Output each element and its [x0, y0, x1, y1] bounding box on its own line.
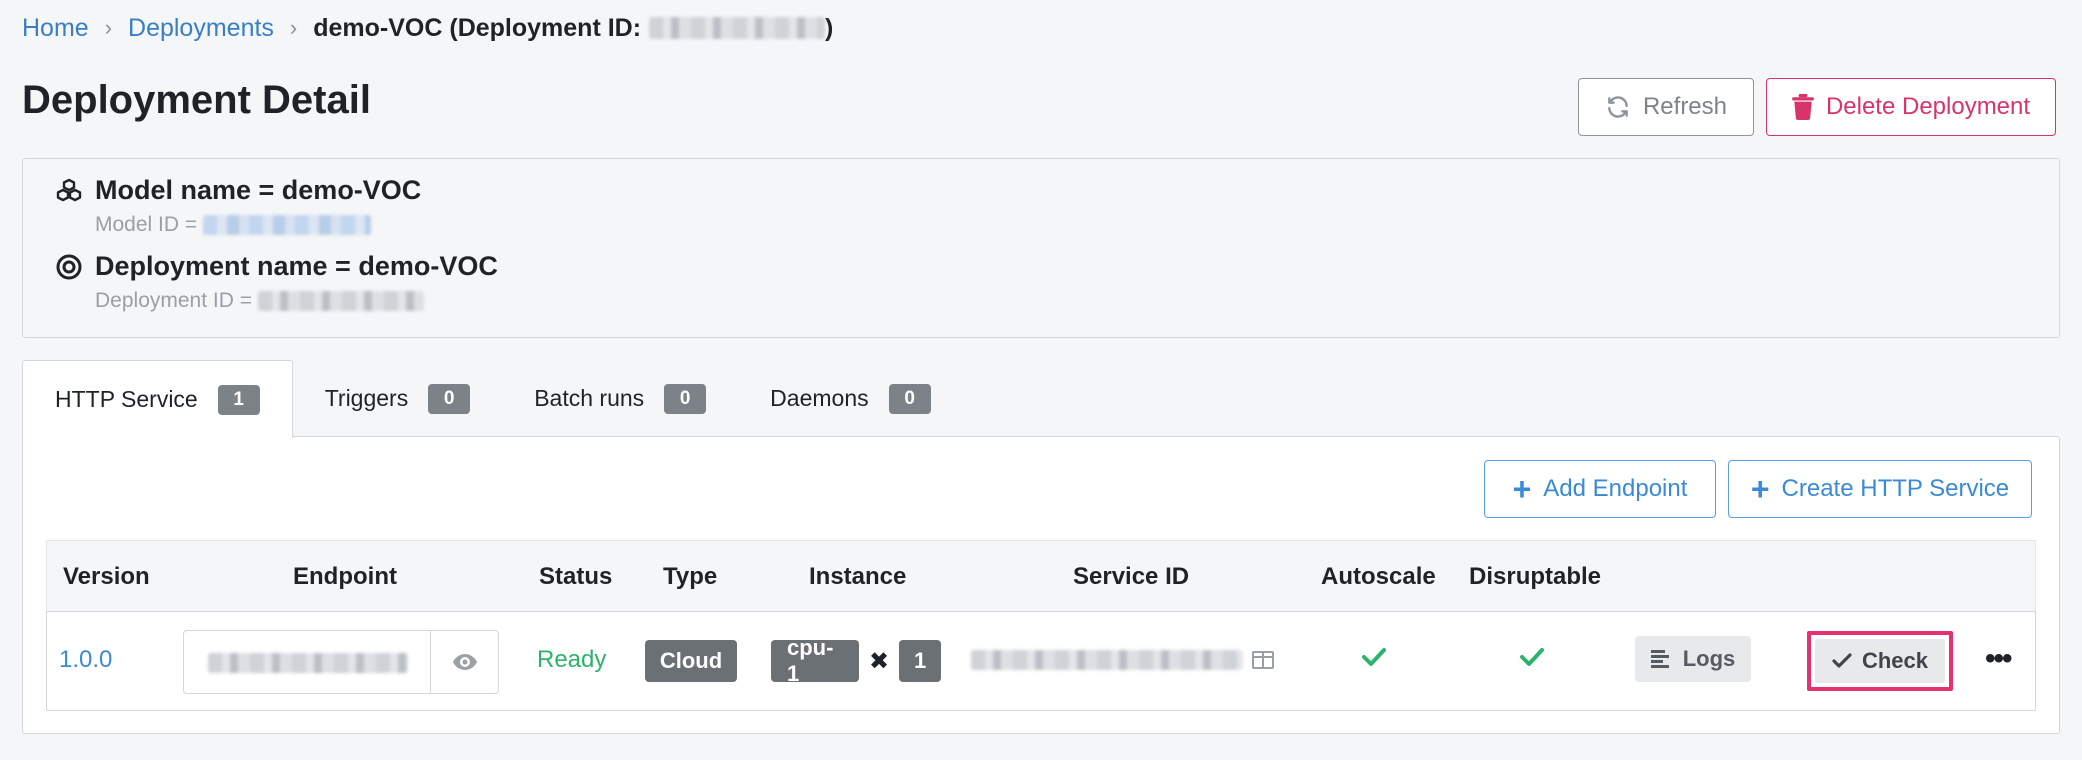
redacted-deployment-id-value	[258, 291, 424, 311]
check-button[interactable]: Check	[1815, 639, 1945, 683]
table-header: Version Endpoint Status Type Instance Se…	[46, 540, 2036, 612]
column-header-service-id: Service ID	[1073, 563, 1190, 590]
tab-label: Batch runs	[534, 385, 645, 411]
version-link[interactable]: 1.0.0	[59, 646, 112, 674]
logs-button[interactable]: Logs	[1635, 636, 1751, 682]
redacted-service-id	[971, 650, 1243, 670]
tab-count-badge: 1	[217, 384, 260, 415]
column-header-status: Status	[539, 563, 613, 590]
page-title: Deployment Detail	[22, 78, 371, 122]
redacted-model-id[interactable]	[203, 215, 372, 235]
delete-deployment-button[interactable]: Delete Deployment	[1766, 78, 2056, 136]
refresh-button[interactable]: Refresh	[1578, 78, 1754, 136]
check-label: Check	[1861, 648, 1929, 673]
cubes-icon	[56, 178, 82, 201]
deployment-info-panel: Model name = demo-VOC Model ID = Deploym…	[22, 158, 2060, 338]
breadcrumb-current: demo-VOC (Deployment ID: )	[313, 14, 833, 43]
create-http-service-label: Create HTTP Service	[1781, 475, 2010, 502]
column-header-endpoint: Endpoint	[293, 563, 397, 590]
tab-label: Daemons	[770, 385, 869, 411]
breadcrumb-current-label: demo-VOC (Deployment ID:	[313, 13, 642, 42]
endpoint-field[interactable]	[183, 630, 499, 694]
disruptable-check-icon	[1520, 648, 1544, 666]
chevron-right-icon: ›	[289, 15, 298, 40]
checkmark-icon	[1832, 653, 1852, 668]
tab-triggers[interactable]: Triggers 0	[293, 360, 503, 437]
type-badge: Cloud	[645, 640, 737, 682]
model-name: Model name = demo-VOC	[95, 175, 422, 205]
show-endpoint-button[interactable]	[430, 631, 498, 693]
tab-count-badge: 0	[664, 383, 707, 414]
add-endpoint-button[interactable]: + Add Endpoint	[1484, 460, 1716, 518]
instance-type-badge: cpu-1	[771, 635, 859, 686]
autoscale-check-icon	[1362, 648, 1386, 666]
refresh-label: Refresh	[1642, 93, 1728, 120]
column-header-version: Version	[63, 563, 150, 590]
deployment-name-row: Deployment name = demo-VOC	[55, 251, 498, 282]
tabs-bar: HTTP Service 1 Triggers 0 Batch runs 0 D…	[22, 360, 963, 438]
multiply-icon: ✖	[869, 647, 890, 675]
deployment-id-label: Deployment ID =	[95, 289, 252, 312]
table-row: 1.0.0 Ready Cloud cpu-1 ✖ 1 Logs Check •…	[46, 611, 2036, 711]
breadcrumb-deployments-link[interactable]: Deployments	[128, 14, 274, 43]
align-left-icon	[1650, 650, 1669, 668]
tab-count-badge: 0	[888, 383, 931, 414]
model-name-row: Model name = demo-VOC	[55, 175, 421, 206]
deployment-id-row: Deployment ID =	[95, 289, 424, 313]
model-id-label: Model ID =	[95, 213, 198, 236]
redacted-deployment-id	[649, 17, 826, 39]
deployment-name: Deployment name = demo-VOC	[95, 251, 498, 281]
create-http-service-button[interactable]: + Create HTTP Service	[1728, 460, 2032, 518]
plus-icon: +	[1512, 471, 1532, 507]
tab-batch-runs[interactable]: Batch runs 0	[502, 360, 738, 437]
copy-icon[interactable]	[1251, 650, 1275, 670]
breadcrumb-home-link[interactable]: Home	[22, 14, 89, 43]
target-icon	[56, 254, 82, 279]
breadcrumb: Home › Deployments › demo-VOC (Deploymen…	[22, 10, 833, 46]
column-header-instance: Instance	[809, 563, 907, 590]
chevron-right-icon: ›	[104, 15, 113, 40]
column-header-type: Type	[663, 563, 718, 590]
status-ready: Ready	[537, 646, 607, 673]
more-options-icon[interactable]: •••	[1985, 642, 2012, 676]
column-header-autoscale: Autoscale	[1321, 563, 1436, 590]
instance-count-badge: 1	[899, 640, 942, 682]
breadcrumb-current-suffix: )	[825, 13, 834, 42]
refresh-icon	[1608, 96, 1628, 118]
tab-count-badge: 0	[428, 383, 471, 414]
model-id-row: Model ID =	[95, 213, 372, 237]
logs-label: Logs	[1682, 646, 1736, 671]
check-button-highlight: Check	[1807, 631, 1953, 691]
plus-icon: +	[1750, 471, 1770, 507]
delete-label: Delete Deployment	[1825, 93, 2031, 120]
tab-label: HTTP Service	[55, 386, 198, 412]
tab-http-service[interactable]: HTTP Service 1	[22, 360, 293, 438]
tab-label: Triggers	[324, 385, 409, 411]
trash-icon	[1792, 94, 1814, 120]
column-header-disruptable: Disruptable	[1469, 563, 1602, 590]
redacted-endpoint-url	[208, 653, 408, 673]
eye-icon	[452, 654, 477, 670]
tab-daemons[interactable]: Daemons 0	[738, 360, 962, 437]
add-endpoint-label: Add Endpoint	[1543, 475, 1688, 502]
